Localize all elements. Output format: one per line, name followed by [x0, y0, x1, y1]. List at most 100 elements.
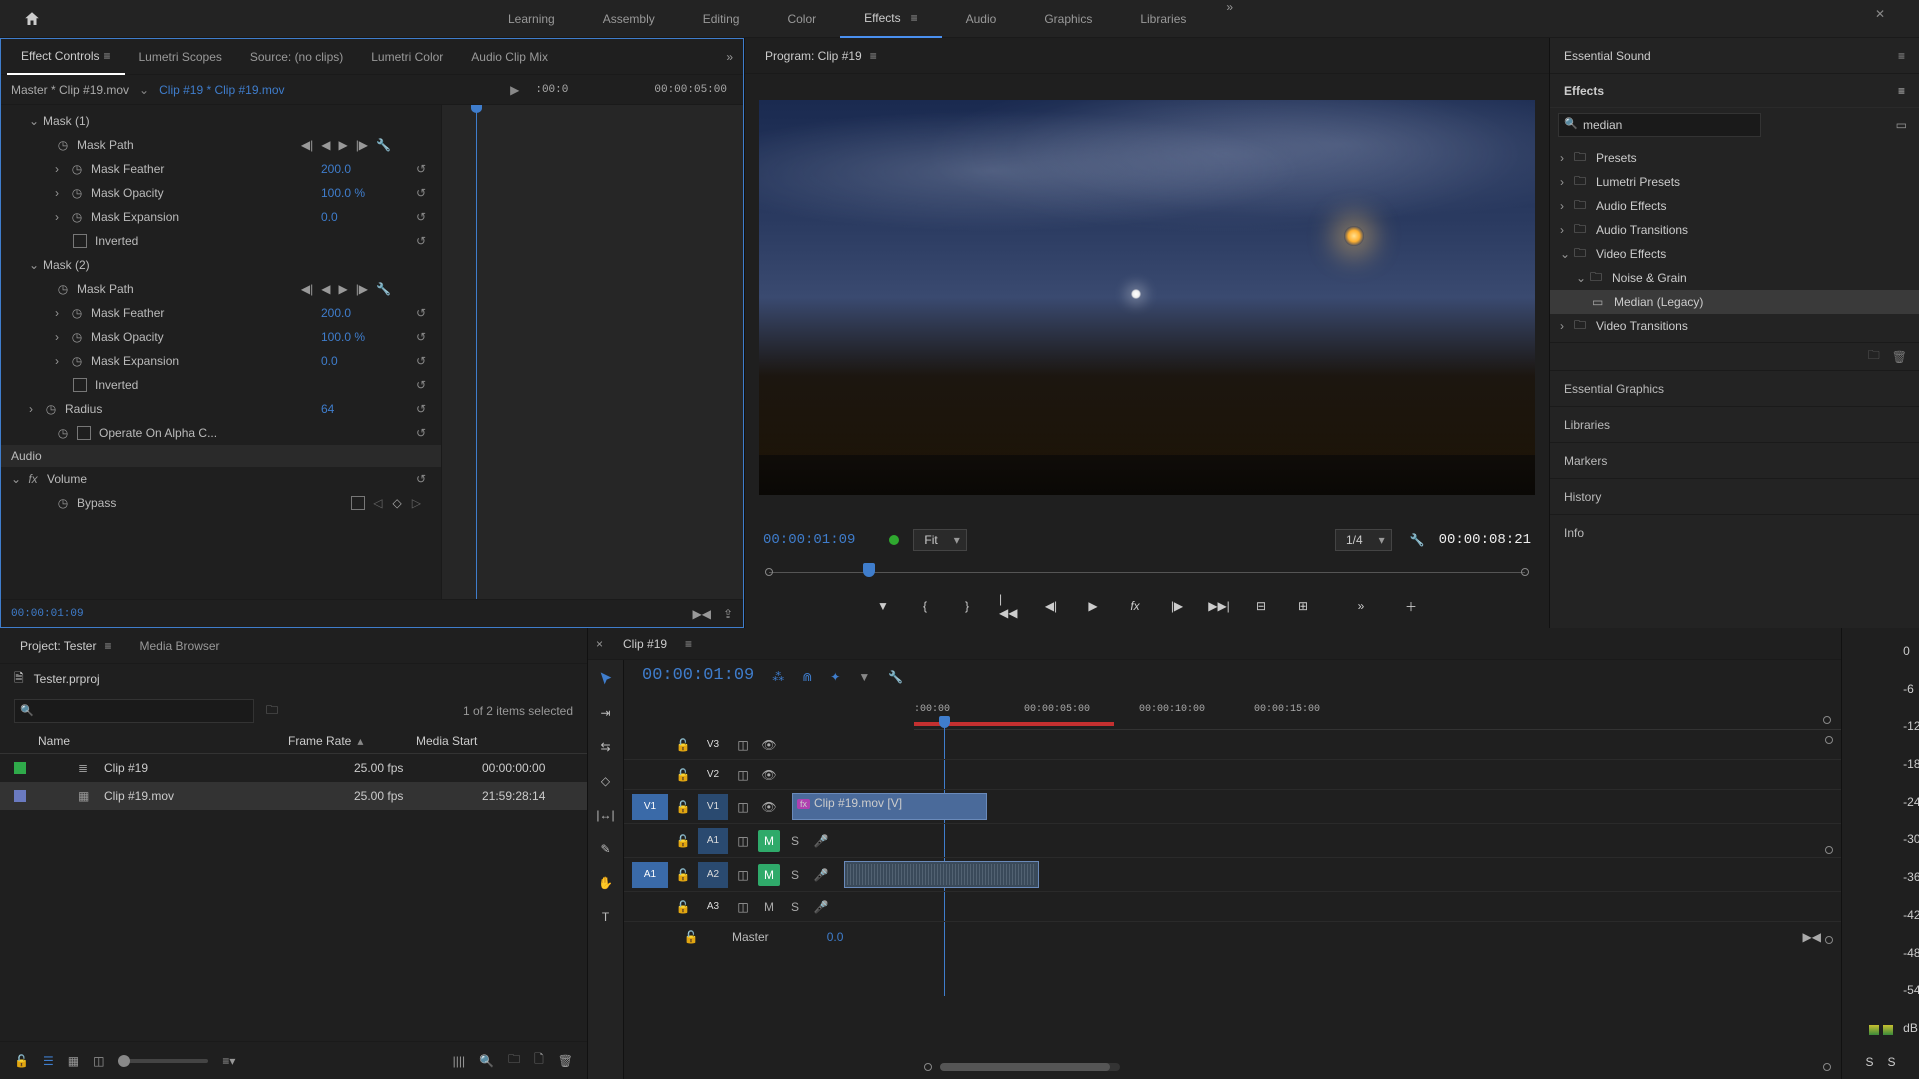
- ripple-edit-tool-icon[interactable]: ⇆: [595, 736, 617, 758]
- reset-icon[interactable]: ↺: [411, 378, 431, 392]
- sync-lock-icon[interactable]: ◫: [732, 796, 754, 818]
- filter-bin-icon[interactable]: 🗀: [266, 701, 278, 722]
- collapsed-markers[interactable]: Markers: [1550, 442, 1919, 478]
- expand-icon[interactable]: ›: [55, 354, 69, 368]
- inverted-checkbox[interactable]: [73, 234, 87, 248]
- opacity-value[interactable]: 100.0 %: [321, 186, 411, 200]
- stopwatch-icon[interactable]: ◷: [69, 329, 85, 345]
- reset-icon[interactable]: ↺: [411, 354, 431, 368]
- ws-tab-editing[interactable]: Editing: [679, 0, 764, 38]
- effects-search-input[interactable]: [1558, 113, 1761, 137]
- tree-presets[interactable]: ›🗀Presets: [1550, 146, 1919, 170]
- tab-project[interactable]: Project: Tester≡: [6, 628, 126, 664]
- audio-clip[interactable]: [844, 861, 1039, 888]
- collapsed-essential-graphics[interactable]: Essential Graphics: [1550, 370, 1919, 406]
- feather-value[interactable]: 200.0: [321, 162, 411, 176]
- solo-r-icon[interactable]: S: [1888, 1055, 1896, 1069]
- mask2-header[interactable]: ⌄Mask (2): [1, 253, 441, 277]
- expansion-value[interactable]: 0.0: [321, 354, 411, 368]
- lock-icon[interactable]: 🔓: [672, 830, 694, 852]
- track-play-icon[interactable]: ▶: [338, 138, 347, 152]
- tab-source[interactable]: Source: (no clips): [236, 39, 357, 75]
- video-track-v2[interactable]: 🔓 V2 ◫ 👁: [624, 760, 1841, 790]
- expand-icon[interactable]: ›: [55, 330, 69, 344]
- solo-icon[interactable]: S: [784, 896, 806, 918]
- scrubber-playhead[interactable]: [863, 563, 875, 577]
- track-back-icon[interactable]: ◀|: [301, 138, 313, 152]
- audio-track-a3[interactable]: 🔓 A3 ◫ M S 🎤: [624, 892, 1841, 922]
- program-scrubber[interactable]: [763, 560, 1531, 584]
- scroll-dot[interactable]: [1825, 736, 1833, 744]
- track-label[interactable]: A2: [698, 862, 728, 888]
- tab-menu-icon[interactable]: ≡: [685, 637, 692, 651]
- stopwatch-icon[interactable]: ◷: [55, 495, 71, 511]
- operate-checkbox[interactable]: [77, 426, 91, 440]
- twisty-icon[interactable]: ⌄: [29, 258, 43, 272]
- lock-icon[interactable]: 🔓: [672, 796, 694, 818]
- selection-tool-icon[interactable]: [595, 668, 617, 690]
- transport-more-icon[interactable]: »: [1351, 596, 1371, 616]
- tree-video-effects[interactable]: ⌄🗀Video Effects: [1550, 242, 1919, 266]
- timeline-ruler[interactable]: :00:00 00:00:05:00 00:00:10:00 00:00:15:…: [914, 702, 1841, 730]
- add-marker-icon[interactable]: ✦: [830, 670, 840, 684]
- master-track[interactable]: 🔓 Master 0.0 ▶◀: [624, 922, 1841, 952]
- sync-lock-icon[interactable]: ◫: [732, 764, 754, 786]
- sync-lock-icon[interactable]: ◫: [732, 864, 754, 886]
- sync-lock-icon[interactable]: ◫: [732, 734, 754, 756]
- mini-play-icon[interactable]: ▶: [510, 83, 519, 97]
- pen-tool-icon[interactable]: ✎: [595, 838, 617, 860]
- new-item-icon[interactable]: 🗋: [534, 1050, 544, 1071]
- col-name[interactable]: Name: [38, 734, 288, 748]
- sync-lock-icon[interactable]: ◫: [732, 896, 754, 918]
- track-select-tool-icon[interactable]: ⇥: [595, 702, 617, 724]
- kf-next-icon[interactable]: ▷: [412, 496, 421, 510]
- label-color-swatch[interactable]: [14, 790, 26, 802]
- tree-median-legacy[interactable]: ▭Median (Legacy): [1550, 290, 1919, 314]
- marker-color-icon[interactable]: ▼: [858, 670, 870, 684]
- track-play-icon[interactable]: ▶: [338, 282, 347, 296]
- mini-playhead[interactable]: [476, 105, 477, 599]
- type-tool-icon[interactable]: T: [595, 906, 617, 928]
- video-clip[interactable]: fxClip #19.mov [V]: [792, 793, 987, 820]
- panel-menu-icon[interactable]: ≡: [1898, 49, 1905, 63]
- essential-sound-header[interactable]: Essential Sound ≡: [1550, 38, 1919, 74]
- loop-icon[interactable]: ▶◀: [692, 607, 710, 621]
- collapsed-libraries[interactable]: Libraries: [1550, 406, 1919, 442]
- icon-view-icon[interactable]: ▦: [68, 1054, 79, 1068]
- mark-in-icon[interactable]: {: [915, 596, 935, 616]
- ws-tab-assembly[interactable]: Assembly: [579, 0, 679, 38]
- stopwatch-icon[interactable]: ◷: [69, 185, 85, 201]
- step-forward-icon[interactable]: |▶: [1167, 596, 1187, 616]
- tree-video-transitions[interactable]: ›🗀Video Transitions: [1550, 314, 1919, 338]
- source-patch-v1[interactable]: V1: [632, 794, 668, 820]
- expand-icon[interactable]: ›: [55, 162, 69, 176]
- collapsed-info[interactable]: Info: [1550, 514, 1919, 550]
- list-view-icon[interactable]: ☰: [43, 1054, 54, 1068]
- zoom-knob[interactable]: [118, 1055, 130, 1067]
- settings-wrench-icon[interactable]: 🔧: [1410, 533, 1425, 547]
- find-icon[interactable]: 🔍: [479, 1054, 494, 1068]
- home-icon[interactable]: [20, 7, 44, 31]
- clear-search-icon[interactable]: ✕: [1875, 7, 1885, 21]
- clip-dropdown-icon[interactable]: ⌄: [139, 83, 149, 97]
- razor-tool-icon[interactable]: ◇: [595, 770, 617, 792]
- inverted-checkbox[interactable]: [73, 378, 87, 392]
- lift-icon[interactable]: ⊟: [1251, 596, 1271, 616]
- ws-more-icon[interactable]: »: [1226, 0, 1233, 38]
- twisty-icon[interactable]: ⌄: [29, 114, 43, 128]
- lock-icon[interactable]: 🔓: [672, 864, 694, 886]
- program-tab[interactable]: Program: Clip #19≡: [751, 38, 891, 74]
- linked-selection-icon[interactable]: ⋒: [802, 670, 812, 684]
- stopwatch-icon[interactable]: ◷: [55, 425, 71, 441]
- reset-icon[interactable]: ↺: [411, 186, 431, 200]
- tree-noise-grain[interactable]: ⌄🗀Noise & Grain: [1550, 266, 1919, 290]
- reset-icon[interactable]: ↺: [411, 210, 431, 224]
- tab-lumetri-color[interactable]: Lumetri Color: [357, 39, 457, 75]
- expand-icon[interactable]: ›: [55, 186, 69, 200]
- kf-prev-icon[interactable]: ◁: [373, 496, 382, 510]
- button-editor-icon[interactable]: ＋: [1401, 596, 1421, 616]
- track-next-icon[interactable]: |▶: [356, 138, 368, 152]
- reset-icon[interactable]: ↺: [411, 402, 431, 416]
- reset-icon[interactable]: ↺: [411, 472, 431, 486]
- mute-icon[interactable]: M: [758, 864, 780, 886]
